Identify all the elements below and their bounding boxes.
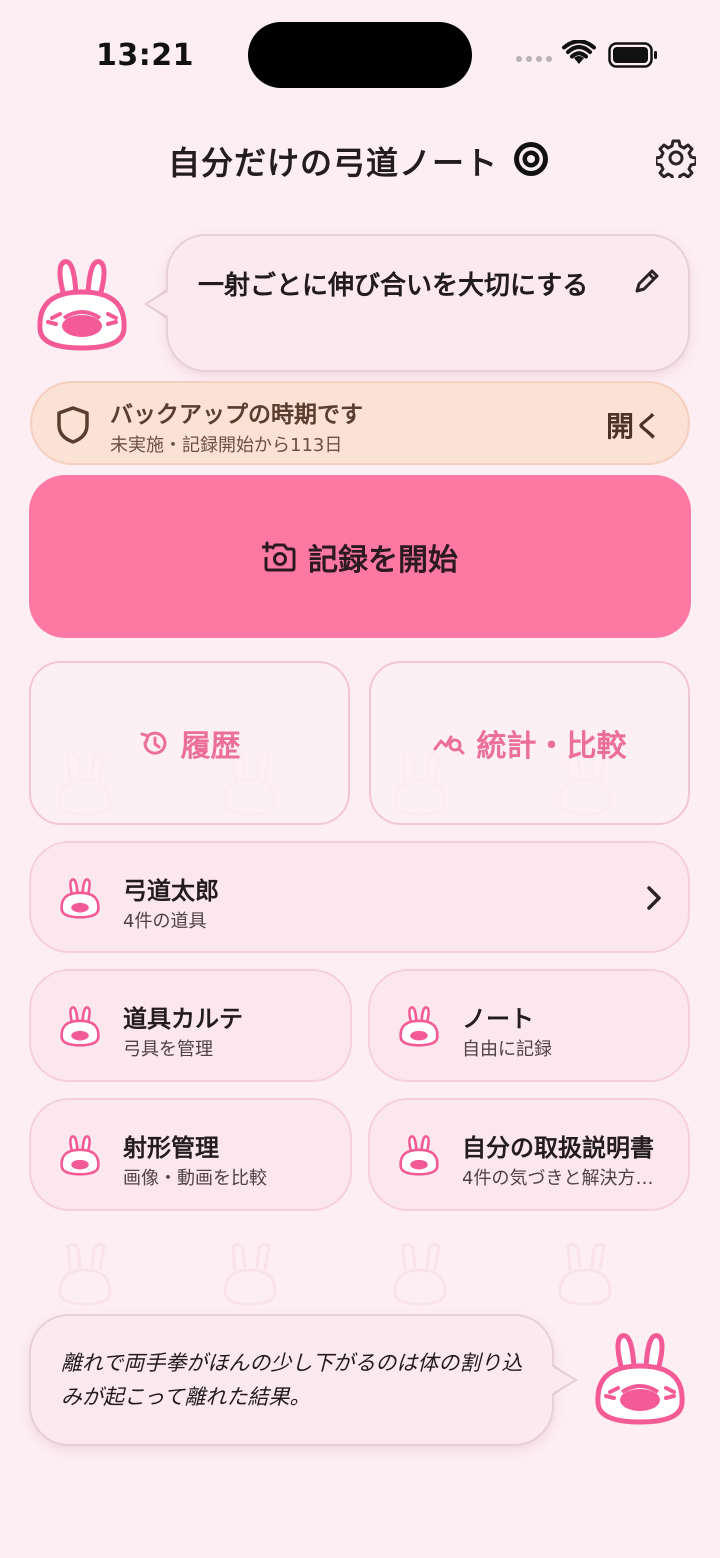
- backup-subtitle: 未実施・記録開始から113日: [110, 435, 343, 456]
- status-time: 13:21: [96, 38, 194, 73]
- equipment-chart-card[interactable]: 道具カルテ 弓具を管理: [29, 969, 352, 1082]
- bunny-icon: [60, 1006, 100, 1047]
- stats-compare-button[interactable]: 統計・比較: [369, 661, 690, 825]
- speech-bubble-tail-fill: [148, 290, 170, 318]
- tip-text: 離れで両手拳がほんの少し下がるのは体の割り込みが起こって離れた結果。: [61, 1351, 523, 1409]
- backup-title: バックアップの時期です: [110, 402, 363, 428]
- self-manual-card[interactable]: 自分の取扱説明書 4件の気づきと解決方…: [368, 1098, 690, 1211]
- gear-icon[interactable]: [656, 138, 696, 178]
- camera-add-icon: [262, 541, 296, 571]
- shield-icon: [57, 406, 89, 444]
- motto-bubble[interactable]: 一射ごとに伸び合いを大切にする: [166, 234, 690, 372]
- card-title: 射形管理: [123, 1134, 219, 1162]
- app-header: 自分だけの弓道ノート: [0, 130, 720, 190]
- card-title: 自分の取扱説明書: [462, 1134, 654, 1162]
- bunny-icon: [60, 1135, 100, 1176]
- start-recording-button[interactable]: 記録を開始: [29, 475, 691, 638]
- bunny-mascot-icon: [595, 1333, 685, 1425]
- motto-text: 一射ごとに伸び合いを大切にする: [198, 271, 589, 301]
- battery-icon: [608, 42, 657, 68]
- signal-icon: [516, 56, 552, 62]
- wifi-icon: [562, 40, 596, 64]
- chart-search-icon: [433, 735, 464, 755]
- card-title: 道具カルテ: [123, 1005, 243, 1033]
- card-subtitle: 画像・動画を比較: [123, 1168, 267, 1189]
- speech-bubble-tail-fill: [551, 1366, 574, 1394]
- profile-name: 弓道太郎: [123, 877, 219, 905]
- card-subtitle: 自由に記録: [462, 1039, 552, 1060]
- card-subtitle: 4件の気づきと解決方…: [462, 1168, 654, 1189]
- bunny-mascot-icon: [37, 259, 127, 351]
- stats-compare-label: 統計・比較: [476, 729, 627, 764]
- history-label: 履歴: [180, 729, 241, 764]
- pencil-icon[interactable]: [632, 266, 662, 296]
- history-button[interactable]: 履歴: [29, 661, 350, 825]
- target-icon: [514, 142, 548, 176]
- bunny-icon: [399, 1135, 439, 1176]
- page-title: 自分だけの弓道ノート: [168, 144, 499, 182]
- bunny-icon: [60, 878, 100, 919]
- shooting-form-card[interactable]: 射形管理 画像・動画を比較: [29, 1098, 352, 1211]
- card-title: ノート: [462, 1005, 534, 1033]
- status-bar: 13:21: [0, 0, 720, 110]
- start-recording-label: 記録を開始: [308, 542, 458, 578]
- backup-open-button[interactable]: 開く: [606, 405, 662, 445]
- tip-bubble: 離れで両手拳がほんの少し下がるのは体の割り込みが起こって離れた結果。: [29, 1314, 554, 1446]
- profile-card[interactable]: 弓道太郎 4件の道具: [29, 841, 690, 953]
- profile-subtitle: 4件の道具: [123, 911, 207, 932]
- card-subtitle: 弓具を管理: [123, 1039, 213, 1060]
- backup-banner[interactable]: バックアップの時期です 未実施・記録開始から113日 開く: [30, 381, 690, 465]
- bunny-icon: [399, 1006, 439, 1047]
- dynamic-island: [248, 22, 472, 88]
- note-card[interactable]: ノート 自由に記録: [368, 969, 690, 1082]
- history-icon: [140, 731, 166, 755]
- chevron-right-icon: [647, 886, 661, 910]
